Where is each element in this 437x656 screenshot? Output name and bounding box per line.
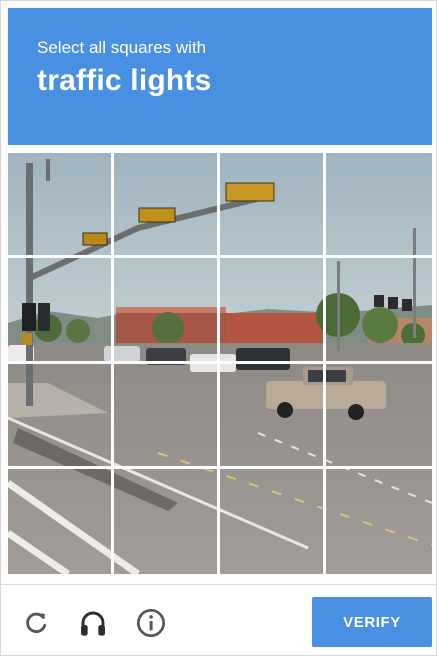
grid-tile[interactable] bbox=[220, 363, 326, 469]
headphones-icon[interactable] bbox=[75, 605, 111, 641]
image-grid bbox=[8, 153, 432, 574]
tile-grid bbox=[8, 153, 432, 574]
grid-tile[interactable] bbox=[114, 363, 220, 469]
info-icon[interactable] bbox=[133, 605, 169, 641]
grid-tile[interactable] bbox=[8, 468, 114, 574]
grid-tile[interactable] bbox=[114, 258, 220, 364]
grid-tile[interactable] bbox=[326, 364, 432, 469]
grid-tile[interactable] bbox=[114, 468, 220, 574]
challenge-header: Select all squares with traffic lights bbox=[8, 8, 432, 145]
grid-tile[interactable] bbox=[220, 258, 326, 364]
footer-divider bbox=[1, 584, 437, 585]
grid-tile[interactable] bbox=[8, 363, 114, 469]
challenge-prompt: Select all squares with bbox=[37, 38, 207, 57]
info-icon-glyph bbox=[137, 609, 165, 637]
challenge-target-object: traffic lights bbox=[37, 64, 212, 97]
grid-tile[interactable] bbox=[326, 469, 432, 574]
reload-icon-glyph bbox=[26, 612, 47, 633]
captcha-challenge: Select all squares with traffic lights V… bbox=[0, 0, 437, 656]
grid-tile[interactable] bbox=[220, 153, 326, 259]
grid-tile[interactable] bbox=[326, 258, 432, 364]
verify-button[interactable]: VERIFY bbox=[312, 597, 432, 647]
grid-tile[interactable] bbox=[114, 153, 220, 259]
reload-icon[interactable] bbox=[18, 605, 54, 641]
headphones-icon-glyph bbox=[81, 611, 105, 636]
grid-tile[interactable] bbox=[326, 153, 432, 259]
grid-tile[interactable] bbox=[220, 468, 326, 574]
grid-tile[interactable] bbox=[8, 258, 114, 364]
grid-tile[interactable] bbox=[8, 153, 114, 259]
